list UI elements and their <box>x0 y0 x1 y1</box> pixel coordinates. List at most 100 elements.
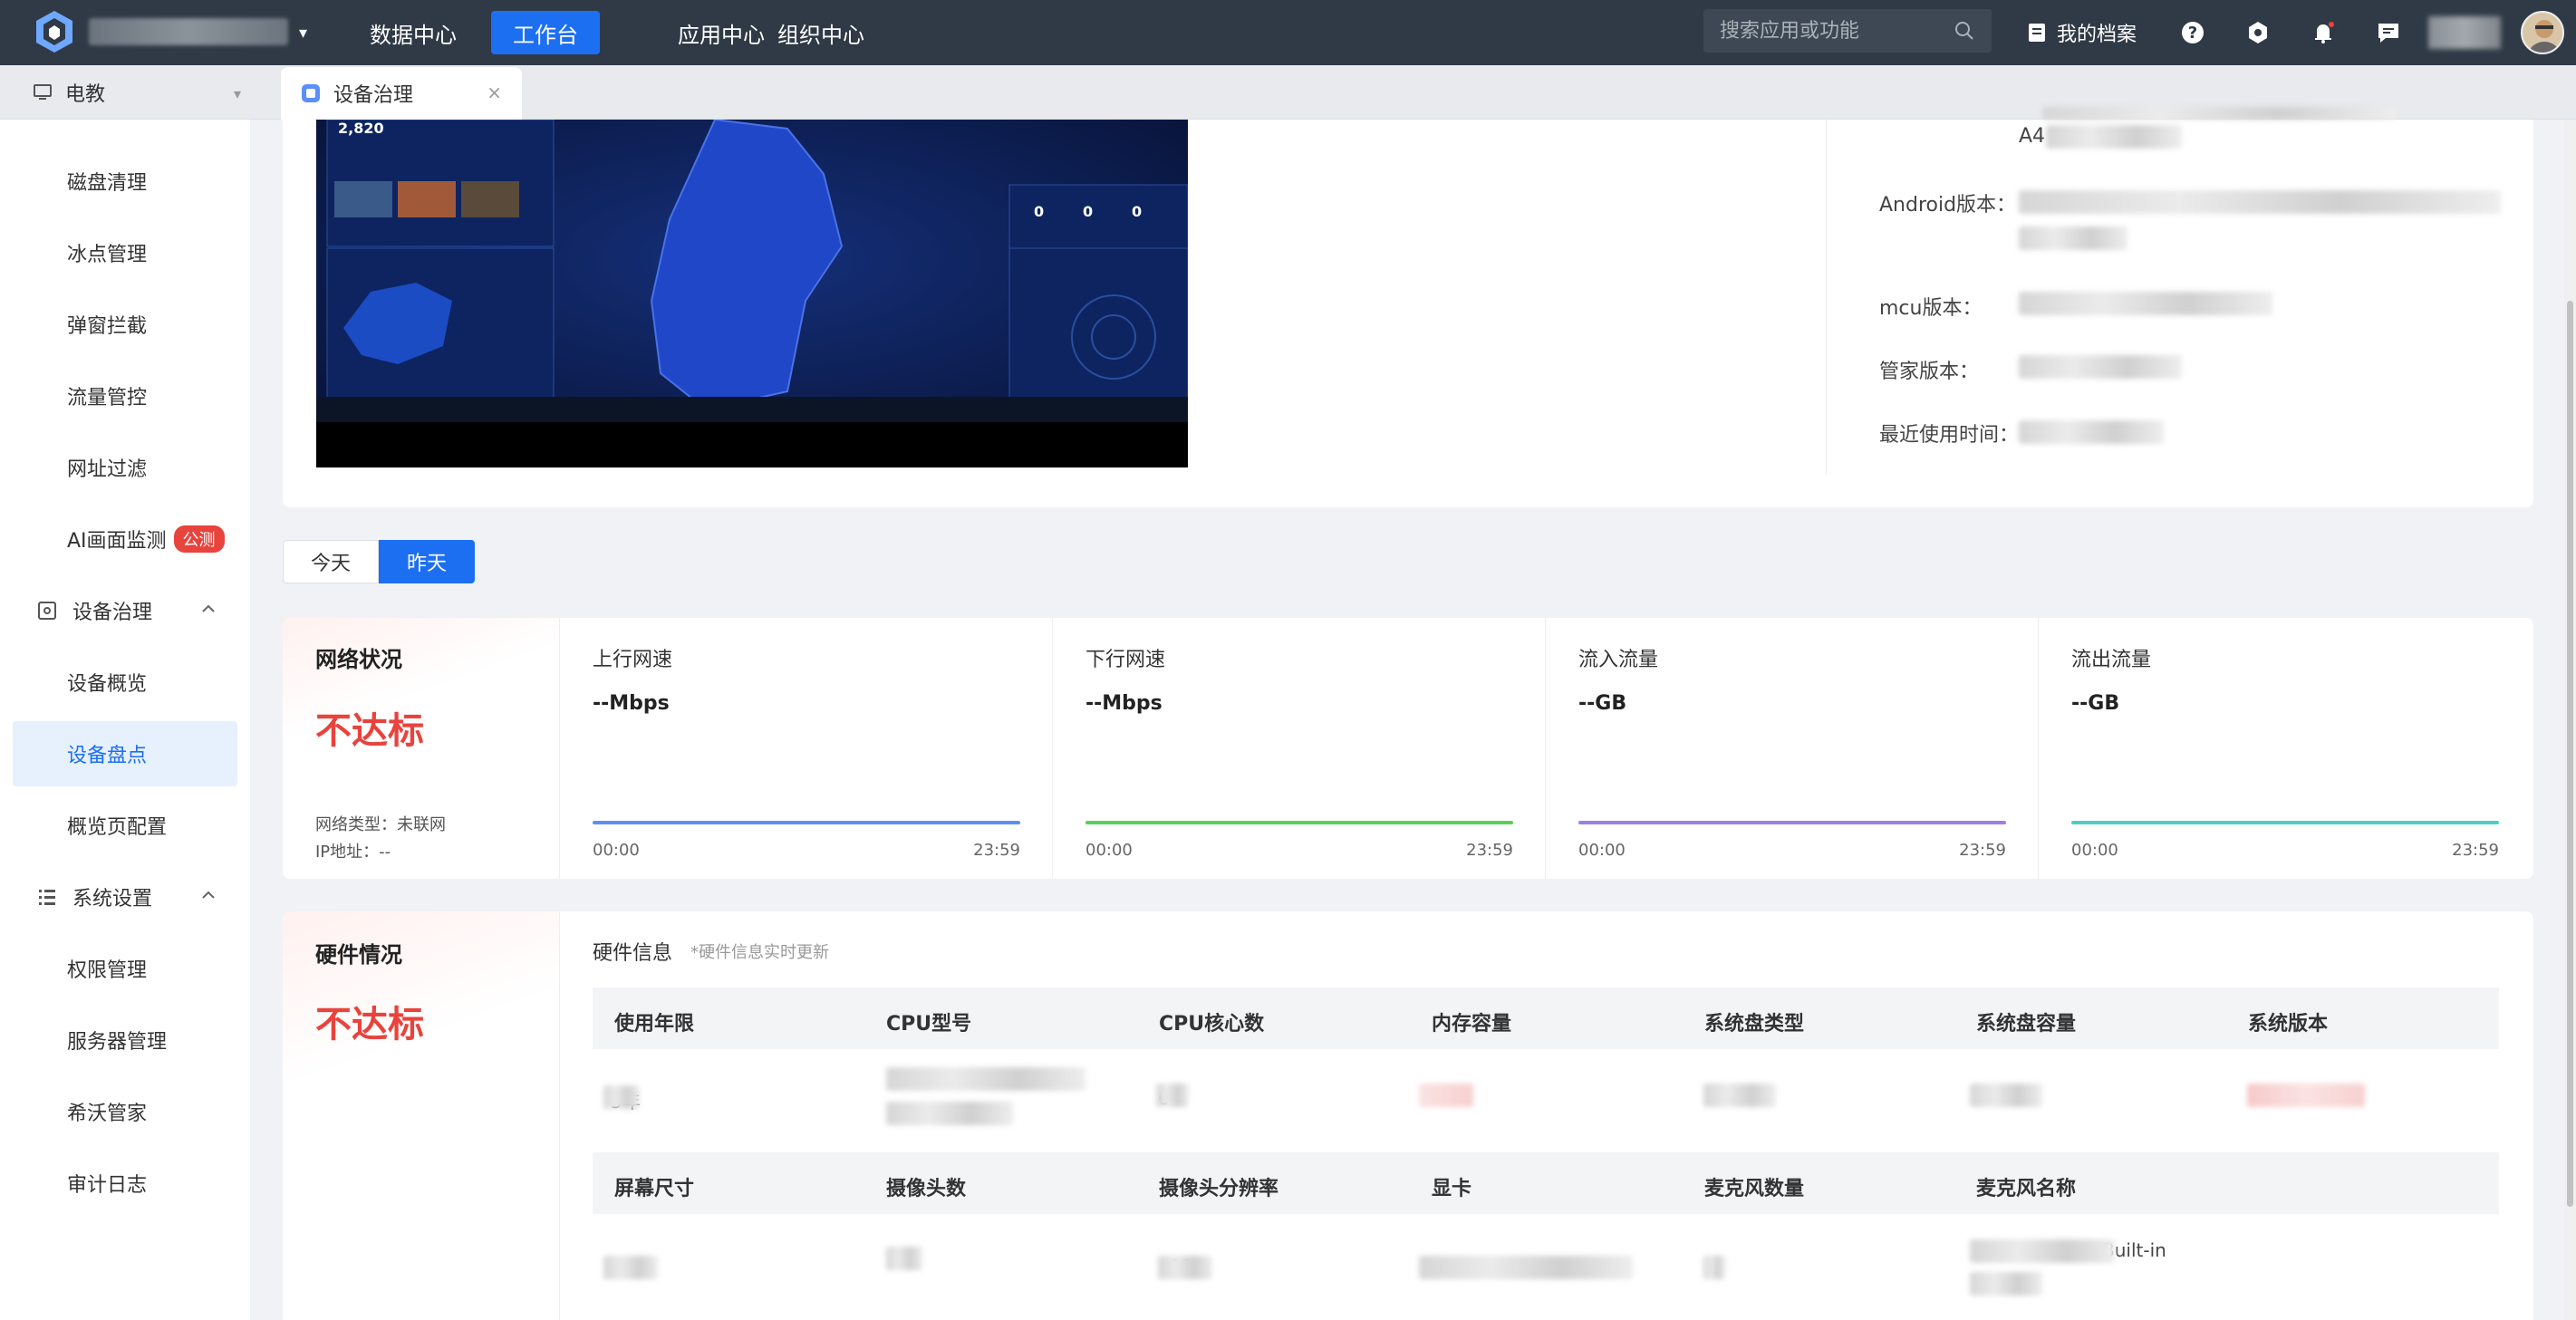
sidebar-item-seewo-manager[interactable]: 希沃管家 <box>13 1079 237 1144</box>
my-file-button[interactable]: 我的档案 <box>2026 16 2137 49</box>
time-end: 23:59 <box>2452 841 2499 860</box>
sidebar-item-disk-cleanup[interactable]: 磁盘清理 <box>13 149 237 214</box>
metric-chart-line <box>2071 821 2499 824</box>
screen-count: 0 <box>1083 203 1094 220</box>
blurred-value <box>2042 107 2396 120</box>
metric-chart-line <box>593 821 1020 824</box>
metric-download-speed: 下行网速 --Mbps 00:00 23:59 <box>1053 618 1546 879</box>
user-name[interactable] <box>2428 16 2501 49</box>
table-header-cell: 麦克风名称 <box>1976 1178 2077 1200</box>
search-icon[interactable] <box>1954 20 1975 42</box>
system-version-value <box>2247 1084 2365 1107</box>
top-navigation-bar: ▾ 数据中心 工作台 应用中心 组织中心 我的档案 ? <box>0 0 2576 65</box>
blurred-value <box>1158 1256 1212 1279</box>
device-governance-icon <box>38 602 56 620</box>
disk-type-value <box>1703 1084 1776 1107</box>
sidebar-item-device-overview[interactable]: 设备概览 <box>13 650 237 715</box>
chevron-up-icon[interactable] <box>199 886 217 904</box>
today-button[interactable]: 今天 <box>283 540 379 583</box>
sidebar-item-traffic-control[interactable]: 流量管控 <box>13 363 237 429</box>
last-used-time-label: 最近使用时间： <box>1879 424 2020 447</box>
table-header-cell: 系统盘容量 <box>1976 1013 2077 1036</box>
metric-outbound-traffic: 流出流量 --GB 00:00 23:59 <box>2039 618 2532 879</box>
beta-badge: 公测 <box>173 525 225 553</box>
chevron-up-icon[interactable] <box>199 600 217 618</box>
table-header-cell: 使用年限 <box>614 1013 695 1036</box>
device-icon <box>302 84 320 102</box>
memory-value <box>1419 1084 1473 1107</box>
avatar[interactable] <box>2521 11 2564 54</box>
blurred-value <box>1970 1239 2115 1263</box>
screenshot-black-area <box>316 422 1188 467</box>
sidebar-item-freeze-point[interactable]: 冰点管理 <box>13 220 237 285</box>
settings-icon[interactable] <box>2242 16 2274 49</box>
yesterday-button[interactable]: 昨天 <box>379 540 475 583</box>
blurred-value <box>1970 1272 2042 1296</box>
caret-down-icon[interactable]: ▾ <box>299 24 307 43</box>
tab-device-governance[interactable]: 设备治理 × <box>281 67 522 120</box>
sidebar-item-url-filter[interactable]: 网址过滤 <box>13 435 237 500</box>
sidebar-item-server-management[interactable]: 服务器管理 <box>13 1007 237 1073</box>
nav-data-center[interactable]: 数据中心 <box>348 11 478 54</box>
project-name: 电教 <box>65 83 106 106</box>
nav-workbench[interactable]: 工作台 <box>491 11 600 54</box>
sidebar-item-permissions[interactable]: 权限管理 <box>13 936 237 1001</box>
time-end: 23:59 <box>973 841 1020 860</box>
hardware-info-note: *硬件信息实时更新 <box>690 943 829 962</box>
sidebar-group-device[interactable]: 设备治理 <box>13 578 237 643</box>
help-icon[interactable]: ? <box>2176 16 2209 49</box>
android-version-label: Android版本： <box>1879 194 2017 217</box>
android-version-value-line2 <box>2019 226 2127 250</box>
sidebar-item-label: AI画面监测 <box>67 530 167 553</box>
hardware-status-value: 不达标 <box>315 1004 424 1045</box>
device-screenshot[interactable]: 2,820 0 0 0 <box>316 120 1188 467</box>
hardware-status-summary: 硬件情况 不达标 <box>283 911 560 1320</box>
table-header-cell: CPU型号 <box>886 1013 972 1036</box>
scrollbar-thumb[interactable] <box>2567 301 2573 1207</box>
time-end: 23:59 <box>1959 841 2006 860</box>
metric-chart-line <box>1578 821 2006 824</box>
mcu-version-value <box>2019 292 2272 315</box>
sidebar-item-popup-block[interactable]: 弹窗拦截 <box>13 292 237 357</box>
message-icon[interactable] <box>2372 16 2405 49</box>
sidebar-item-audit-log[interactable]: 审计日志 <box>13 1151 237 1216</box>
metric-value: --Mbps <box>1085 692 1163 715</box>
disk-capacity-value <box>1970 1084 2042 1107</box>
tab-label: 设备治理 <box>333 84 414 107</box>
table-header-cell: 内存容量 <box>1432 1013 1512 1036</box>
metric-value: --Mbps <box>593 692 670 715</box>
sidebar-group-label: 设备治理 <box>72 602 153 624</box>
screenshot-taskbar <box>316 397 1188 422</box>
last-used-time-value <box>2019 420 2164 444</box>
sidebar-item-device-inventory[interactable]: 设备盘点 <box>13 721 237 786</box>
metric-title: 流出流量 <box>2071 649 2152 671</box>
hardware-table-header-1: 使用年限 CPU型号 CPU核心数 内存容量 系统盘类型 系统盘容量 系统版本 <box>593 988 2499 1049</box>
time-start: 00:00 <box>1085 841 1133 860</box>
time-end: 23:59 <box>1466 841 1513 860</box>
caret-down-icon[interactable]: ▾ <box>234 85 241 102</box>
metric-title: 流入流量 <box>1578 649 1659 671</box>
logo-icon[interactable] <box>33 9 76 54</box>
ip-address: IP地址：-- <box>315 843 391 862</box>
table-header-cell: 显卡 <box>1432 1178 1472 1200</box>
organization-name[interactable] <box>89 18 288 45</box>
cpu-model-value <box>886 1067 1085 1091</box>
search-box[interactable] <box>1703 9 1992 53</box>
project-selector[interactable]: 电教 ▾ <box>0 65 268 120</box>
page-scrollbar[interactable] <box>2564 120 2576 1320</box>
search-input[interactable] <box>1720 19 1946 43</box>
sidebar-item-ai-monitor[interactable]: AI画面监测 公测 <box>13 506 237 572</box>
metric-title: 上行网速 <box>593 649 673 671</box>
hardware-info-subtitle: 硬件信息 <box>593 942 673 965</box>
network-title: 网络状况 <box>315 647 402 672</box>
table-header-cell: 麦克风数量 <box>1704 1178 1805 1200</box>
bell-icon[interactable] <box>2307 16 2340 49</box>
sidebar-group-system[interactable]: 系统设置 <box>13 864 237 930</box>
blurred-value <box>2046 125 2182 149</box>
nav-org-center[interactable]: 组织中心 <box>756 11 886 54</box>
mcu-version-label: mcu版本： <box>1879 297 1983 320</box>
sidebar-item-overview-config[interactable]: 概览页配置 <box>13 793 237 858</box>
network-type: 网络类型：未联网 <box>315 815 446 834</box>
close-icon[interactable]: × <box>487 82 502 103</box>
metric-upload-speed: 上行网速 --Mbps 00:00 23:59 <box>560 618 1053 879</box>
